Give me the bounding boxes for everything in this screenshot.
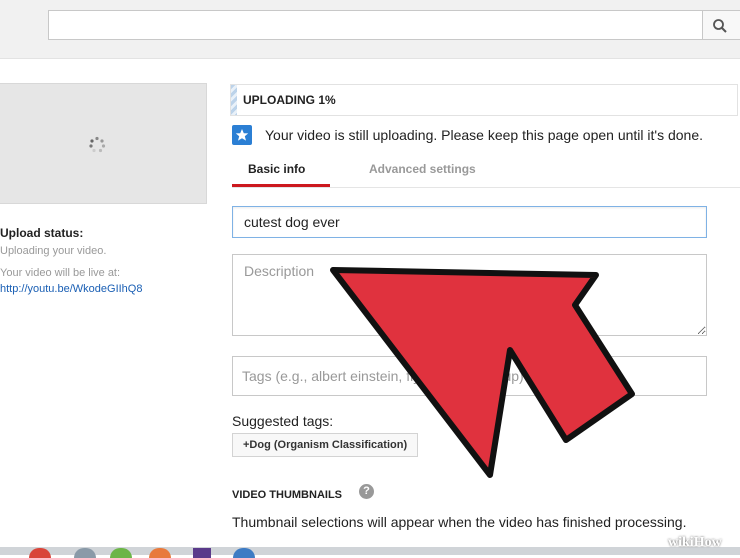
help-icon[interactable]: ? <box>359 484 374 499</box>
upload-progress-bar: UPLOADING 1% <box>230 84 738 116</box>
video-preview <box>0 83 207 204</box>
tab-label: Advanced settings <box>369 162 476 176</box>
top-header <box>0 0 740 59</box>
tab-basic-info[interactable]: Basic info <box>232 153 330 187</box>
star-info-icon <box>232 125 252 145</box>
search-icon <box>713 19 727 33</box>
description-field[interactable] <box>232 254 707 336</box>
thumbnails-text: Thumbnail selections will appear when th… <box>232 514 687 530</box>
taskbar <box>0 547 740 558</box>
watermark-wiki: wiki <box>668 535 694 550</box>
taskbar-app-icon[interactable] <box>193 548 211 558</box>
upload-notice: Your video is still uploading. Please ke… <box>265 127 704 143</box>
progress-fill <box>231 85 237 115</box>
search-button[interactable] <box>703 10 740 40</box>
taskbar-app-icon[interactable] <box>233 548 255 558</box>
watermark-how: How <box>693 535 722 550</box>
upload-status-label: Upload status: <box>0 226 84 240</box>
title-field[interactable] <box>232 206 707 238</box>
upload-status-text: Uploading your video. <box>0 245 107 257</box>
video-thumbnails-heading: VIDEO THUMBNAILS <box>232 489 342 501</box>
tags-field[interactable] <box>232 356 707 396</box>
suggested-tags-label: Suggested tags: <box>232 413 334 429</box>
suggested-tag-chip[interactable]: +Dog (Organism Classification) <box>232 433 419 457</box>
live-at-text: Your video will be live at: <box>0 267 121 279</box>
taskbar-app-icon[interactable] <box>149 548 171 558</box>
spinner-icon <box>89 136 106 153</box>
taskbar-app-icon[interactable] <box>29 548 51 558</box>
tab-label: Basic info <box>248 162 306 176</box>
wikihow-watermark: wikiHow <box>668 535 722 551</box>
taskbar-app-icon[interactable] <box>110 548 132 558</box>
search-input[interactable] <box>48 10 703 40</box>
taskbar-app-icon[interactable] <box>74 548 96 558</box>
video-url-link[interactable]: http://youtu.be/WkodeGIIhQ8 <box>0 283 142 295</box>
tab-divider <box>232 187 740 188</box>
upload-progress-label: UPLOADING 1% <box>243 93 336 107</box>
